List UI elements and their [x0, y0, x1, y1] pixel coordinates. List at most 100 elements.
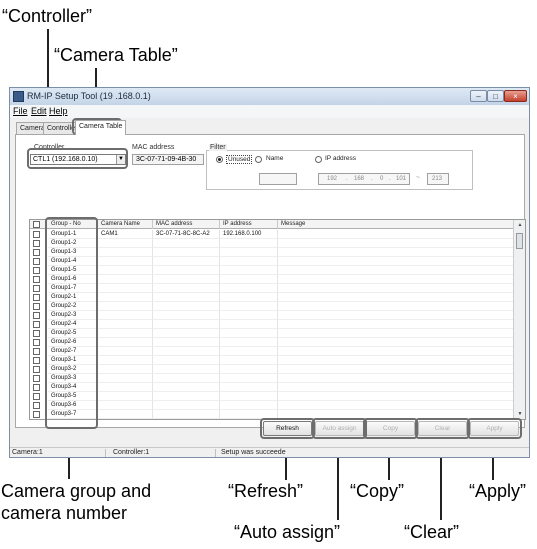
table-row[interactable]: Group3-5 [30, 392, 514, 401]
cell-ip-address [220, 257, 278, 266]
table-row[interactable]: Group3-6 [30, 401, 514, 410]
cell-mac-address [153, 257, 220, 266]
menu-file[interactable]: File [13, 106, 28, 116]
row-checkbox[interactable] [33, 339, 40, 346]
tab-camera-table[interactable]: Camera Table [75, 120, 127, 135]
table-row[interactable]: Group3-2 [30, 365, 514, 374]
table-row[interactable]: Group3-1 [30, 356, 514, 365]
close-button[interactable]: × [504, 90, 527, 102]
row-checkbox[interactable] [33, 384, 40, 391]
scroll-thumb[interactable] [516, 233, 523, 249]
row-checkbox[interactable] [33, 312, 40, 319]
row-checkbox[interactable] [33, 348, 40, 355]
cell-camera-name [98, 374, 153, 383]
callout-apply: “Apply” [469, 481, 527, 501]
unused-radio[interactable] [216, 156, 223, 163]
table-row[interactable]: Group1-6 [30, 275, 514, 284]
row-checkbox[interactable] [33, 402, 40, 409]
cell-mac-address [153, 275, 220, 284]
cell-message [278, 248, 514, 257]
ip-range-start-input[interactable]: 192 . 168 . 0 . 101 [318, 173, 410, 185]
table-row[interactable]: Group2-1 [30, 293, 514, 302]
row-checkbox[interactable] [33, 411, 40, 418]
table-row[interactable]: Group3-4 [30, 383, 514, 392]
table-row[interactable]: Group1-4 [30, 257, 514, 266]
name-filter-input[interactable] [259, 173, 297, 185]
cell-mac-address [153, 284, 220, 293]
cell-message [278, 239, 514, 248]
header-camera-name[interactable]: Camera Name [98, 220, 153, 229]
row-checkbox[interactable] [33, 258, 40, 265]
table-row[interactable]: Group1-2 [30, 239, 514, 248]
cell-ip-address [220, 311, 278, 320]
cell-camera-name [98, 365, 153, 374]
select-all-checkbox[interactable] [33, 221, 40, 228]
cell-mac-address: 3C-07-71-8C-8C-A2 [153, 230, 220, 239]
cell-mac-address [153, 365, 220, 374]
cell-message [278, 230, 514, 239]
vertical-scrollbar[interactable]: ▲ ▼ [513, 220, 525, 419]
ip-range-end-input[interactable]: 213 [427, 173, 449, 185]
row-checkbox[interactable] [33, 276, 40, 283]
cell-message [278, 293, 514, 302]
row-checkbox[interactable] [33, 294, 40, 301]
title-bar: RM-IP Setup Tool (19 .168.0.1) – □ × [10, 88, 529, 105]
maximize-button[interactable]: □ [487, 90, 504, 102]
table-row[interactable]: Group3-3 [30, 374, 514, 383]
row-checkbox[interactable] [33, 303, 40, 310]
header-mac-address[interactable]: MAC address [153, 220, 220, 229]
highlight-group-column [45, 217, 98, 429]
ip-address-radio[interactable] [315, 156, 322, 163]
cell-ip-address [220, 365, 278, 374]
cell-mac-address [153, 293, 220, 302]
row-checkbox[interactable] [33, 285, 40, 292]
name-radio[interactable] [255, 156, 262, 163]
table-row[interactable]: Group2-6 [30, 338, 514, 347]
cell-ip-address [220, 356, 278, 365]
table-row[interactable]: Group1-1 CAM1 3C-07-71-8C-8C-A2 192.168.0.1… [30, 230, 514, 239]
status-message: Setup was succeede [221, 449, 286, 456]
cell-ip-address [220, 284, 278, 293]
cell-message [278, 302, 514, 311]
menu-help[interactable]: Help [49, 106, 68, 116]
table-row[interactable]: Group1-3 [30, 248, 514, 257]
row-checkbox[interactable] [33, 321, 40, 328]
cell-ip-address [220, 401, 278, 410]
table-row[interactable]: Group2-3 [30, 311, 514, 320]
table-row[interactable]: Group1-7 [30, 284, 514, 293]
row-checkbox[interactable] [33, 357, 40, 364]
cell-message [278, 383, 514, 392]
highlight-apply [467, 418, 522, 439]
minimize-button[interactable]: – [470, 90, 487, 102]
header-ip-address[interactable]: IP address [220, 220, 278, 229]
header-message[interactable]: Message [278, 220, 514, 229]
cell-ip-address [220, 347, 278, 356]
cell-mac-address [153, 329, 220, 338]
cell-camera-name [98, 410, 153, 419]
cell-message [278, 284, 514, 293]
table-row[interactable]: Group2-4 [30, 320, 514, 329]
table-row[interactable]: Group2-2 [30, 302, 514, 311]
cell-mac-address [153, 311, 220, 320]
row-checkbox[interactable] [33, 249, 40, 256]
table-row[interactable]: Group2-5 [30, 329, 514, 338]
row-checkbox[interactable] [33, 375, 40, 382]
cell-message [278, 338, 514, 347]
highlight-clear [415, 418, 470, 439]
callout-camera-table: “Camera Table” [54, 45, 178, 65]
menu-edit[interactable]: Edit [31, 106, 47, 116]
row-checkbox[interactable] [33, 393, 40, 400]
row-checkbox[interactable] [33, 231, 40, 238]
row-checkbox[interactable] [33, 366, 40, 373]
mac-address-value: 3C-07-71-09-4B-30 [132, 154, 204, 165]
menu-bar: File Edit Help [10, 105, 529, 118]
cell-mac-address [153, 320, 220, 329]
callout-camera-group-line2: camera number [1, 503, 128, 523]
table-row[interactable]: Group2-7 [30, 347, 514, 356]
row-checkbox[interactable] [33, 267, 40, 274]
scroll-up-icon[interactable]: ▲ [514, 220, 525, 230]
row-checkbox[interactable] [33, 240, 40, 247]
row-checkbox[interactable] [33, 330, 40, 337]
callout-clear: “Clear” [404, 522, 460, 542]
table-row[interactable]: Group1-5 [30, 266, 514, 275]
